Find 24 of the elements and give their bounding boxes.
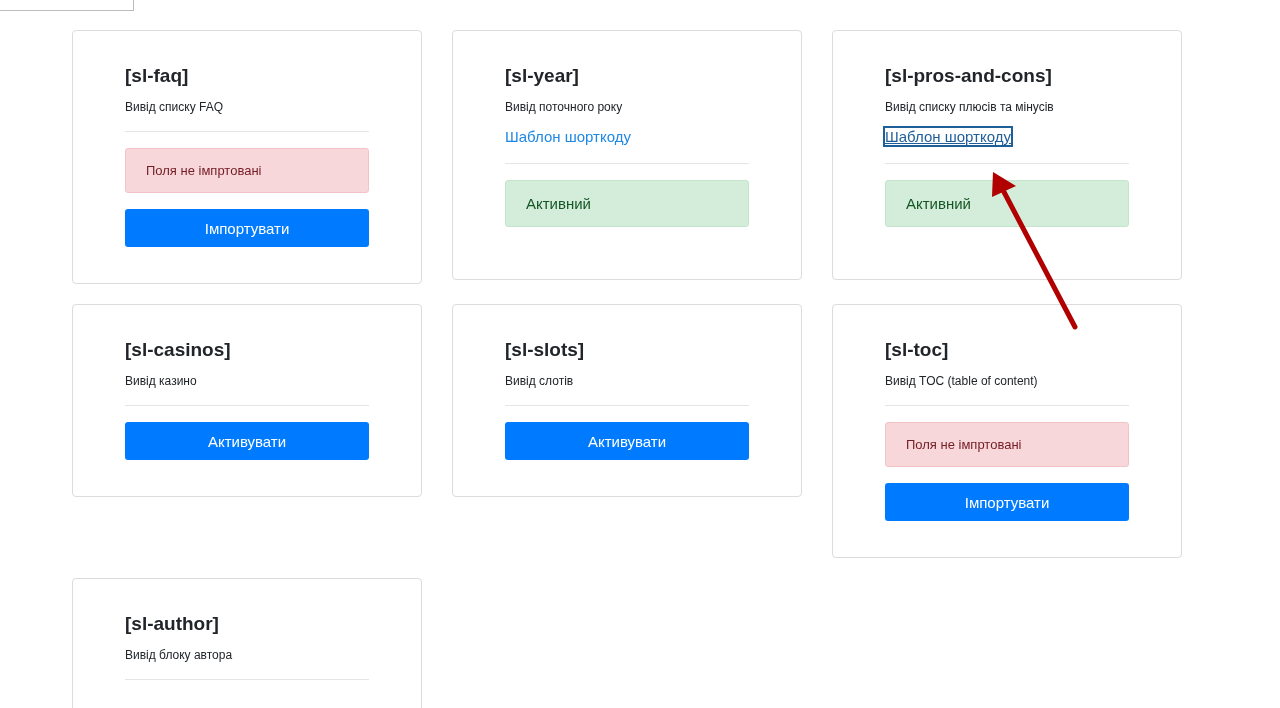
status-alert: Активний [505,180,749,227]
card-title: [sl-author] [125,612,220,636]
template-link[interactable]: Шаблон шорткоду [885,128,1011,145]
action-button[interactable]: Активувати [505,422,749,460]
card-title: [sl-year] [505,64,580,88]
action-button[interactable]: Імпортувати [885,483,1129,521]
card-title: [sl-faq] [125,64,190,88]
card-title: [sl-casinos] [125,338,232,362]
card-description: Вивід списку плюсів та мінусів [885,99,1055,116]
card-description: Вивід списку FAQ [125,99,224,116]
status-alert: Поля не імпртовані [885,422,1129,467]
card-title: [sl-pros-and-cons] [885,64,1053,88]
card-description: Вивід казино [125,373,198,390]
card-description: Вивід слотів [505,373,575,390]
status-alert: Поля не імпртовані [125,148,369,193]
card-description: Вивід TOC (table of content) [885,373,1039,390]
card-title: [sl-slots] [505,338,586,362]
action-button[interactable]: Імпортувати [125,209,369,247]
template-link[interactable]: Шаблон шорткоду [505,128,631,145]
card-description: Вивід поточного року [505,99,624,116]
card-description: Вивід блоку автора [125,647,234,664]
action-button[interactable]: Активувати [125,422,369,460]
card-title: [sl-toc] [885,338,950,362]
status-alert: Активний [885,180,1129,227]
